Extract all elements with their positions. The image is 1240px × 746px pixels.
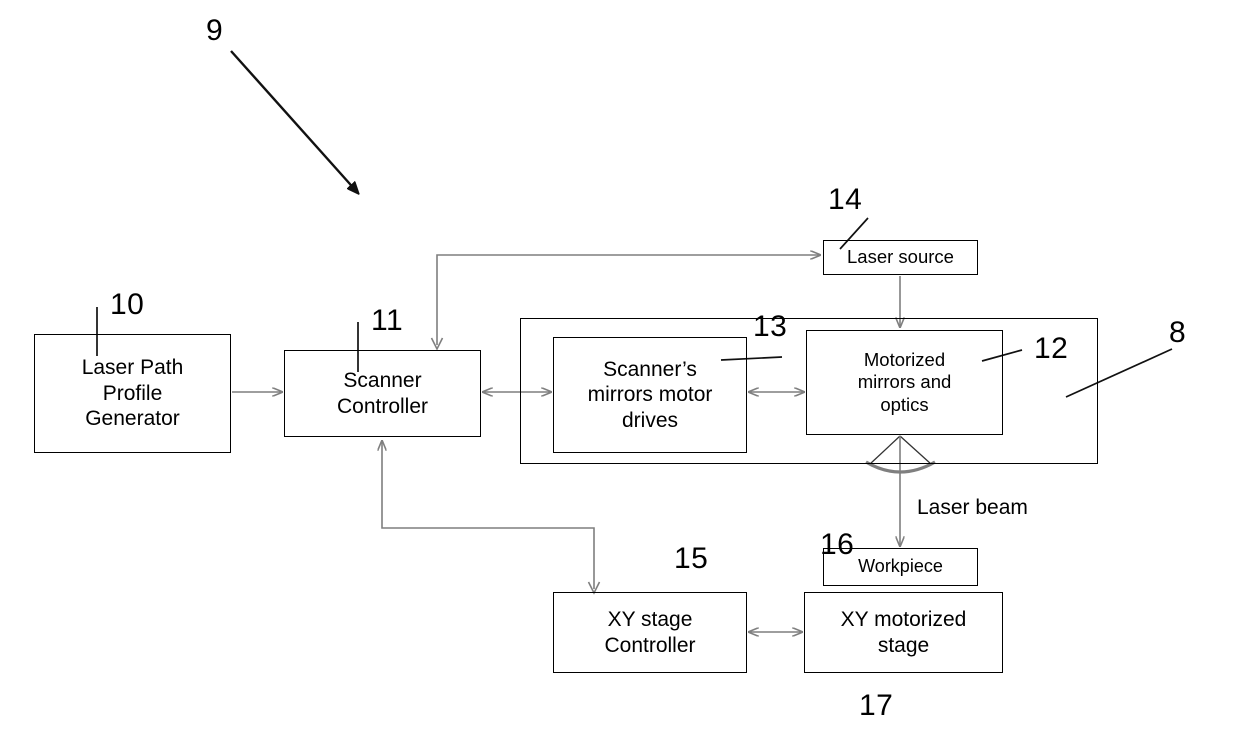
- wire-laser-source-feedback-arrowhead: [430, 337, 444, 351]
- ref-numeral-8: 8: [1169, 316, 1187, 349]
- block-scanner-controller: Scanner Controller: [284, 350, 481, 437]
- annotation-laser-beam: Laser beam: [917, 496, 1028, 519]
- block-label-workpiece: Workpiece: [858, 556, 943, 577]
- block-laser-source: Laser source: [823, 240, 978, 275]
- block-label-xy-motorized-stage: XY motorized stage: [840, 607, 967, 657]
- block-xy-motorized-stage: XY motorized stage: [804, 592, 1003, 673]
- ref-numeral-14: 14: [828, 183, 863, 216]
- block-motorized-mirrors-and-optics: Motorized mirrors and optics: [806, 330, 1003, 435]
- block-laser-path-profile-generator: Laser Path Profile Generator: [34, 334, 231, 453]
- block-scanners-mirrors-motor-drives: Scanner’s mirrors motor drives: [553, 337, 747, 453]
- block-label-laser-source: Laser source: [847, 246, 954, 268]
- ref-numeral-10: 10: [110, 288, 145, 321]
- ref-numeral-15: 15: [674, 542, 709, 575]
- ref-9-leader: [230, 50, 358, 193]
- block-label-scanner-controller: Scanner Controller: [336, 368, 429, 418]
- figure-canvas: 9 10 11 8 13 12 14 16 15 17 Laser Path P…: [0, 0, 1240, 746]
- block-label-laser-path-profile-generator: Laser Path Profile Generator: [81, 356, 184, 431]
- ref-numeral-17: 17: [859, 689, 894, 722]
- block-label-scanners-mirrors-motor-drives: Scanner’s mirrors motor drives: [587, 357, 713, 432]
- block-label-motorized-mirrors-and-optics: Motorized mirrors and optics: [857, 348, 952, 415]
- ref-numeral-11: 11: [371, 304, 404, 337]
- block-label-xy-stage-controller: XY stage Controller: [604, 607, 696, 657]
- block-workpiece: Workpiece: [823, 548, 978, 586]
- block-xy-stage-controller: XY stage Controller: [553, 592, 747, 673]
- ref-numeral-9: 9: [206, 14, 224, 47]
